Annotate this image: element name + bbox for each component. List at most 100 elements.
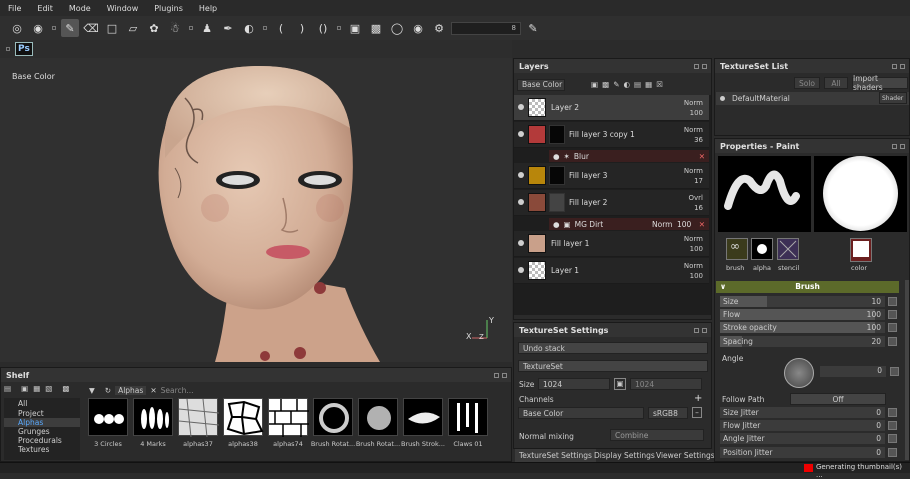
size-jitter-slider[interactable]: Size Jitter 0 xyxy=(720,407,897,418)
symmetry-icon[interactable]: ◉ xyxy=(29,19,47,37)
screenshot-icon[interactable]: ◉ xyxy=(409,19,427,37)
layer-row[interactable]: Fill layer 3 Norm 17 xyxy=(514,163,709,189)
add-fill-layer-icon[interactable]: ▩ xyxy=(602,80,609,89)
menu-file[interactable]: File xyxy=(0,4,29,13)
mirror-both-icon[interactable]: () xyxy=(314,19,332,37)
refresh-icon[interactable]: ▧ xyxy=(45,384,52,393)
visibility-eye-icon[interactable] xyxy=(518,172,524,178)
flow-jitter-slider[interactable]: Flow Jitter 0 xyxy=(720,420,897,431)
pressure-icon[interactable] xyxy=(888,421,897,430)
stroke-opacity-slider[interactable]: Stroke opacity 100 xyxy=(720,322,897,333)
reset-filter-icon[interactable]: ↻ xyxy=(105,386,111,395)
effect-eye-icon[interactable]: ● xyxy=(553,152,560,161)
solo-button[interactable]: Solo xyxy=(794,77,820,89)
effect-row-blur[interactable]: ● ✶ Blur ✕ xyxy=(549,150,709,162)
all-button[interactable]: All xyxy=(824,77,848,89)
spacing-slider[interactable]: Spacing 20 xyxy=(720,336,897,347)
category-project[interactable]: Project xyxy=(4,409,80,418)
layer-blend[interactable]: Ovrl 16 xyxy=(689,193,703,213)
toolbar-slider[interactable]: 8 xyxy=(451,21,521,35)
display-icon[interactable]: ▩ xyxy=(367,19,385,37)
panel-float-icon[interactable] xyxy=(892,63,897,69)
panel-float-icon[interactable] xyxy=(694,63,699,69)
visibility-eye-icon[interactable] xyxy=(518,104,524,110)
color-slot[interactable] xyxy=(850,238,872,262)
effect-row-mg-dirt[interactable]: ● ▣ MG Dirt Norm 100 ✕ xyxy=(549,218,709,230)
textureset-row[interactable]: DefaultMaterial Shader xyxy=(716,92,909,105)
tab-textureset-settings[interactable]: TextureSet Settings xyxy=(515,449,596,462)
undo-stack-button[interactable]: Undo stack xyxy=(518,342,708,354)
menu-mode[interactable]: Mode xyxy=(61,4,99,13)
menu-plugins[interactable]: Plugins xyxy=(146,4,191,13)
layer-blend[interactable]: Norm 17 xyxy=(684,166,703,186)
size-slider[interactable]: Size 10 xyxy=(720,296,897,307)
remove-filter-icon[interactable]: ✕ xyxy=(150,386,156,395)
flow-slider[interactable]: Flow 100 xyxy=(720,309,897,320)
panel-close-icon[interactable] xyxy=(702,63,707,69)
duplicate-layer-icon[interactable]: ▦ xyxy=(645,80,652,89)
panel-float-icon[interactable] xyxy=(892,143,897,149)
pressure-icon[interactable] xyxy=(888,310,897,319)
follow-path-toggle[interactable]: Off xyxy=(790,393,886,405)
color-swatch[interactable] xyxy=(853,241,869,257)
remove-effect-icon[interactable]: ✕ xyxy=(699,152,705,161)
add-mask-icon[interactable]: ✎ xyxy=(613,80,619,89)
remove-effect-icon[interactable]: ✕ xyxy=(699,220,705,229)
mirror-left-icon[interactable]: ( xyxy=(272,19,290,37)
remove-channel-icon[interactable]: – xyxy=(692,407,702,418)
alpha-thumbnail[interactable] xyxy=(133,398,173,436)
visibility-eye-icon[interactable] xyxy=(518,267,524,273)
textureset-button[interactable]: TextureSet xyxy=(518,360,708,372)
mirror-right-icon[interactable]: ) xyxy=(293,19,311,37)
add-effect-icon[interactable]: ◐ xyxy=(623,80,630,89)
angle-field[interactable]: 0 xyxy=(820,366,886,377)
normal-mixing-dropdown[interactable]: Combine xyxy=(610,429,704,441)
clone-tool-icon[interactable]: ☃ xyxy=(166,19,184,37)
alpha-thumbnail[interactable] xyxy=(88,398,128,436)
angle-dial[interactable] xyxy=(784,358,814,388)
tab-display-settings[interactable]: Display Settings xyxy=(590,449,659,462)
layer-row[interactable]: Layer 1 Norm 100 xyxy=(514,258,709,284)
paint-mode-icon[interactable]: ◎ xyxy=(8,19,26,37)
stencil-slot[interactable] xyxy=(777,238,799,260)
pressure-icon[interactable] xyxy=(888,323,897,332)
pressure-icon[interactable] xyxy=(888,434,897,443)
lock-icon[interactable]: ▣ xyxy=(614,378,626,390)
brush-slot[interactable]: ∞ xyxy=(726,238,748,260)
pressure-icon[interactable] xyxy=(888,408,897,417)
panel-float-icon[interactable] xyxy=(694,327,699,333)
pressure-icon[interactable] xyxy=(888,337,897,346)
alpha-thumbnail[interactable] xyxy=(358,398,398,436)
brush-tool-icon[interactable]: ✎ xyxy=(61,19,79,37)
filter-icon[interactable]: ▼ xyxy=(89,386,95,395)
menu-window[interactable]: Window xyxy=(99,4,147,13)
visibility-eye-icon[interactable] xyxy=(518,240,524,246)
bake-icon[interactable]: ◐ xyxy=(240,19,258,37)
panel-close-icon[interactable] xyxy=(502,372,507,378)
position-jitter-slider[interactable]: Position Jitter 0 xyxy=(720,447,897,458)
polygon-fill-icon[interactable]: ▱ xyxy=(124,19,142,37)
add-channel-icon[interactable]: + xyxy=(694,393,702,404)
slider-edit-icon[interactable]: ✎ xyxy=(524,19,542,37)
visibility-eye-icon[interactable] xyxy=(720,96,725,101)
shader-dropdown[interactable]: Shader xyxy=(879,92,907,104)
layer-row[interactable]: Layer 2 Norm 100 xyxy=(514,95,709,121)
angle-jitter-slider[interactable]: Angle Jitter 0 xyxy=(720,433,897,444)
angle-pressure-icon[interactable] xyxy=(890,367,899,376)
layer-blend[interactable]: Norm 36 xyxy=(684,125,703,145)
eraser-tool-icon[interactable]: ⌫ xyxy=(82,19,100,37)
brush-section-header[interactable]: ∨ Brush xyxy=(716,281,899,293)
pressure-icon[interactable] xyxy=(888,448,897,457)
menu-edit[interactable]: Edit xyxy=(29,4,61,13)
category-all[interactable]: All xyxy=(4,398,80,409)
import-icon[interactable]: ▦ xyxy=(33,384,40,393)
photoshop-export-icon[interactable]: Ps xyxy=(15,42,33,56)
layer-row[interactable]: Fill layer 3 copy 1 Norm 36 xyxy=(514,122,709,148)
filter-tag[interactable]: Alphas xyxy=(115,385,147,395)
channel-format-dropdown[interactable]: sRGB8 xyxy=(648,407,688,419)
category-procedurals[interactable]: Procedurals xyxy=(4,436,80,445)
import-shaders-button[interactable]: Import shaders xyxy=(852,74,908,92)
size-dropdown[interactable]: 1024 xyxy=(538,378,610,390)
add-folder-icon[interactable]: ▤ xyxy=(634,80,641,89)
delete-layer-icon[interactable]: ☒ xyxy=(656,80,663,89)
